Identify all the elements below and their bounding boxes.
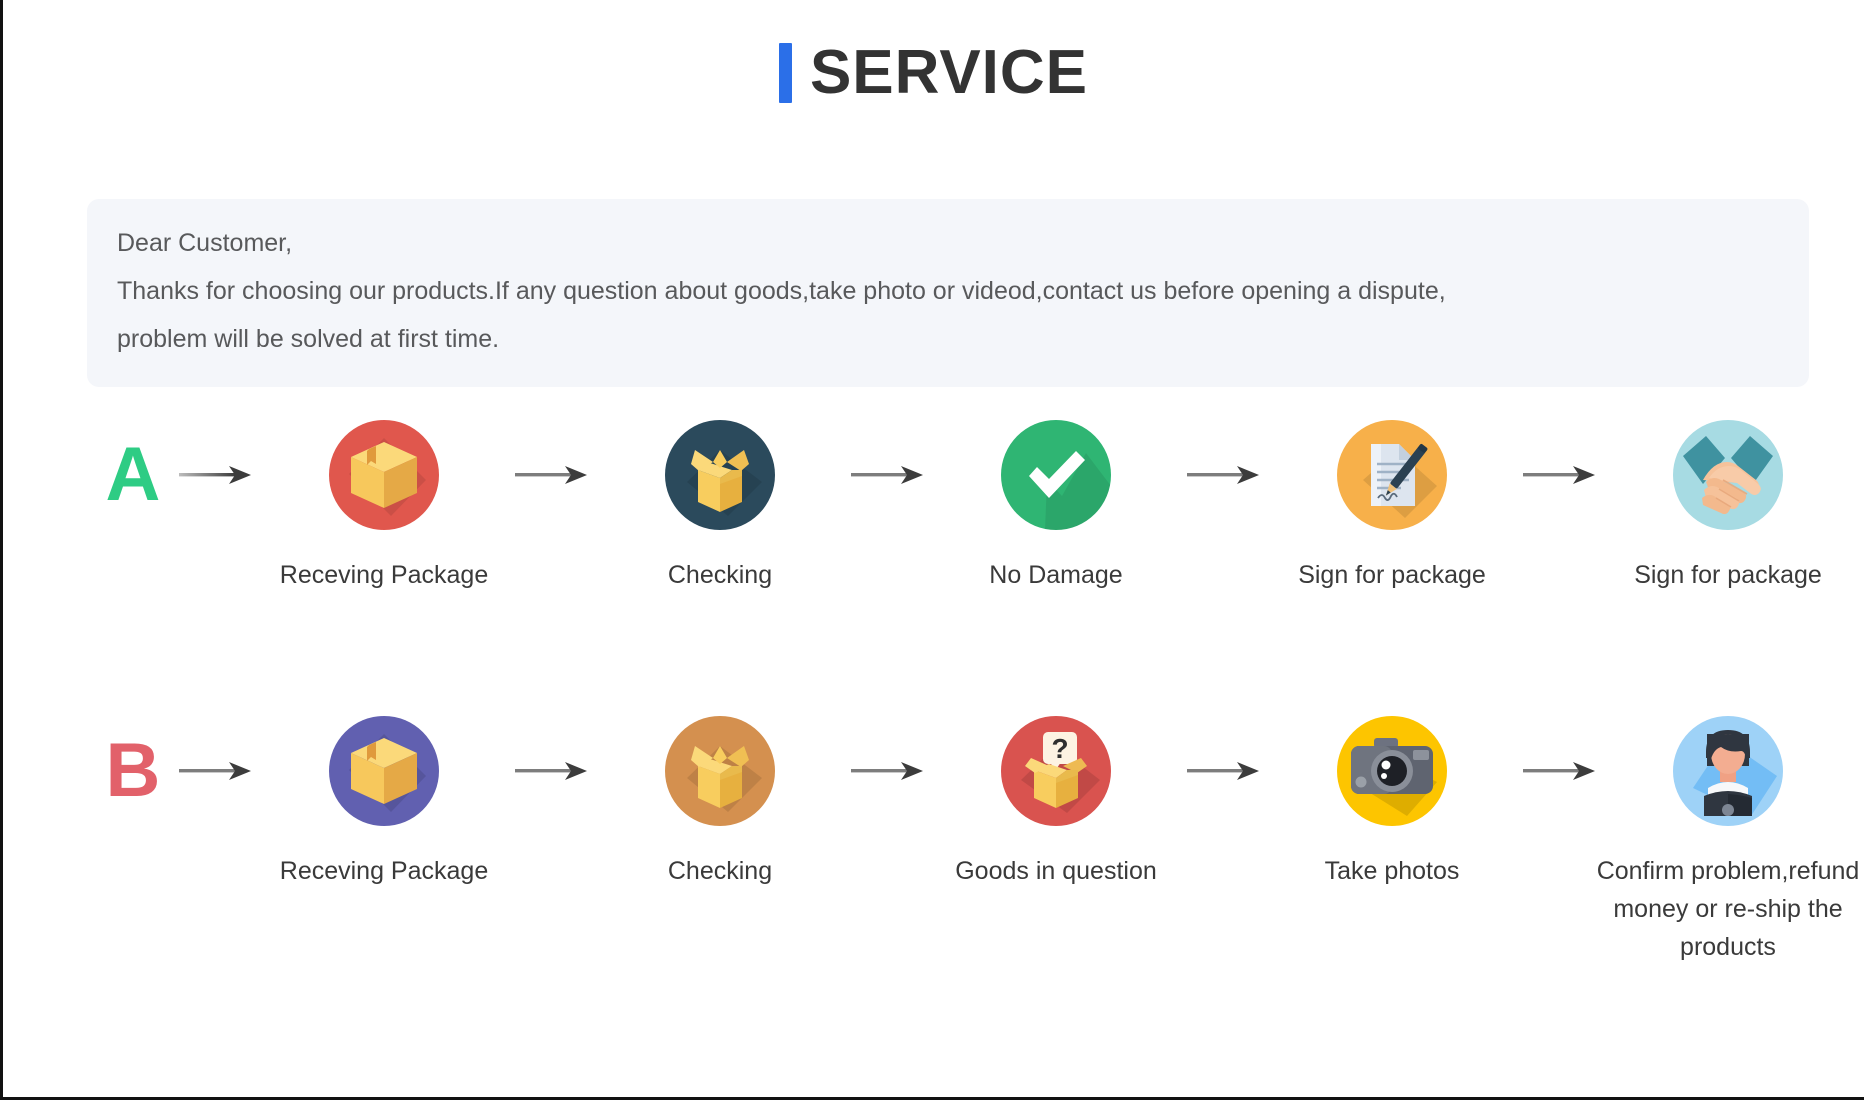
flow-step-b-3: ? Goods in question xyxy=(931,716,1181,890)
right-arrow-icon xyxy=(1181,716,1267,826)
check-mark-icon xyxy=(1001,420,1111,530)
support-agent-icon xyxy=(1673,716,1783,826)
flow-step-b-1: Receving Package xyxy=(259,716,509,890)
flow-step-label: Confirm problem,refund money or re-ship … xyxy=(1596,857,1860,961)
question-box-icon: ? xyxy=(1001,716,1111,826)
flow-step-a-3: No Damage xyxy=(931,420,1181,594)
flow-step-label: Receving Package xyxy=(279,857,489,885)
flow-step-label: Goods in question xyxy=(955,857,1157,885)
right-arrow-icon xyxy=(509,716,595,826)
title-accent-bar xyxy=(778,43,792,103)
package-box-icon xyxy=(329,716,439,826)
handshake-icon xyxy=(1673,420,1783,530)
right-arrow-icon xyxy=(1181,420,1267,530)
open-box-icon xyxy=(665,420,775,530)
right-arrow-icon xyxy=(845,716,931,826)
flow-step-b-2: Checking xyxy=(595,716,845,890)
flow-letter-a: A xyxy=(105,432,161,517)
notice-line-1: Dear Customer, xyxy=(117,229,293,257)
flow-step-b-4: Take photos xyxy=(1267,716,1517,890)
flow-step-a-2: Checking xyxy=(595,420,845,594)
customer-notice-box: Dear Customer, Thanks for choosing our p… xyxy=(87,199,1809,387)
right-arrow-icon xyxy=(1517,420,1603,530)
flow-step-label: Receving Package xyxy=(279,561,489,589)
page-title: SERVICE xyxy=(3,42,1864,104)
flow-step-a-1: Receving Package xyxy=(259,420,509,594)
notice-line-2: Thanks for choosing our products.If any … xyxy=(117,277,1446,305)
right-arrow-icon xyxy=(173,420,259,530)
flow-step-b-5: Confirm problem,refund money or re-ship … xyxy=(1597,716,1859,966)
flow-row-b: B Receving Package Checking ? Goods in q… xyxy=(93,716,1859,966)
flow-step-a-4: Sign for package xyxy=(1267,420,1517,594)
flow-step-a-5: Sign for package xyxy=(1603,420,1853,594)
right-arrow-icon xyxy=(845,420,931,530)
flow-step-label: Checking xyxy=(667,857,773,885)
flow-step-label: No Damage xyxy=(989,561,1123,589)
page-title-text: SERVICE xyxy=(809,38,1089,107)
flow-step-label: Sign for package xyxy=(1298,561,1486,589)
camera-icon xyxy=(1337,716,1447,826)
flow-step-label: Take photos xyxy=(1324,857,1460,885)
flow-step-label: Sign for package xyxy=(1634,561,1822,589)
flow-letter-b: B xyxy=(105,728,161,813)
svg-text:?: ? xyxy=(1051,733,1068,764)
open-box-icon xyxy=(665,716,775,826)
service-page: SERVICE Dear Customer, Thanks for choosi… xyxy=(0,0,1864,1100)
right-arrow-icon xyxy=(173,716,259,826)
right-arrow-icon xyxy=(1517,716,1603,826)
right-arrow-icon xyxy=(509,420,595,530)
flow-row-a: A Receving Package Checking No Damage Si… xyxy=(93,420,1822,594)
notice-line-3: problem will be solved at first time. xyxy=(117,325,500,353)
flow-step-label: Checking xyxy=(667,561,773,589)
document-pen-icon xyxy=(1337,420,1447,530)
package-box-icon xyxy=(329,420,439,530)
